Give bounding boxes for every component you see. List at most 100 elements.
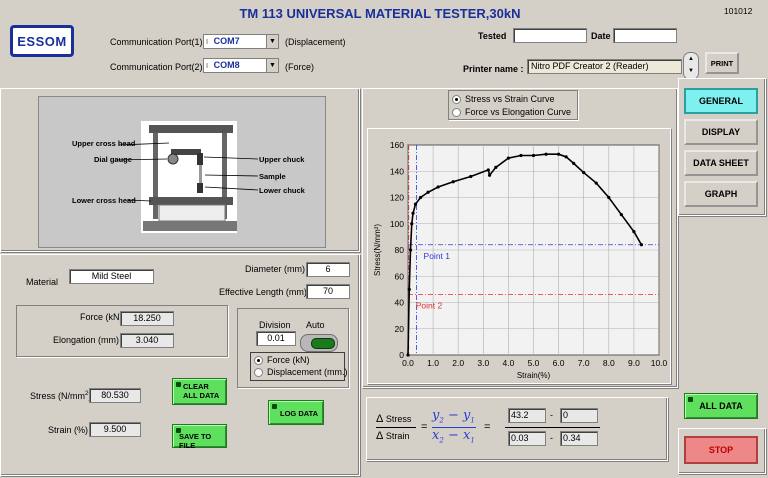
chevron-down-icon[interactable]: ▼ xyxy=(266,59,278,72)
clear-all-data-button[interactable]: CLEAR ALL DATA xyxy=(172,378,227,405)
data-point xyxy=(619,212,623,217)
option-force-elongation[interactable]: Force vs Elongation Curve xyxy=(452,107,571,118)
data-point xyxy=(406,353,410,357)
arrow-up-icon[interactable]: ▲ xyxy=(684,53,698,65)
data-point xyxy=(486,168,490,172)
data-point xyxy=(408,248,413,252)
radio-on-icon[interactable] xyxy=(452,95,461,105)
label-upper-chuck: Upper chuck xyxy=(259,155,305,164)
y-tick-label: 60 xyxy=(395,271,405,281)
data-point xyxy=(411,211,415,215)
data-point xyxy=(506,156,510,160)
logo-text: ESSOM xyxy=(17,33,67,49)
tested-label: Tested xyxy=(478,31,507,41)
port2-value: COM8 xyxy=(213,60,240,70)
formula-sub2: 2 xyxy=(439,416,444,425)
all-data-button[interactable]: ALL DATA xyxy=(684,393,758,419)
division-field[interactable]: 0.01 xyxy=(256,331,296,346)
data-point xyxy=(413,202,418,206)
stress-label: Stress (N/mm2) xyxy=(30,391,91,401)
port-icon: Ⅰ xyxy=(206,39,209,46)
data-point xyxy=(451,180,455,184)
printer-stepper[interactable]: ▲ ▼ xyxy=(683,52,699,80)
length-field[interactable]: 70 xyxy=(306,284,350,299)
formula-dash-2: - xyxy=(550,433,553,443)
x-tick-label: 5.0 xyxy=(528,358,540,368)
graph-button[interactable]: GRAPH xyxy=(684,181,758,207)
y-tick-label: 160 xyxy=(390,140,404,150)
option-stress-strain[interactable]: Stress vs Strain Curve xyxy=(452,94,555,105)
data-point xyxy=(426,190,430,194)
log-data-button[interactable]: LOG DATA xyxy=(268,400,324,425)
auto-label: Auto xyxy=(306,320,325,330)
stress-label-text: Stress (N/mm xyxy=(30,391,85,401)
data-point xyxy=(531,153,536,158)
formula-delta-stress: Δ Stress xyxy=(376,413,411,425)
radio-off-icon[interactable] xyxy=(254,368,263,378)
marker-label: Point 2 xyxy=(416,301,443,311)
strain-value: 9.500 xyxy=(89,422,141,437)
formula-denominator: x2 − x1 xyxy=(432,428,475,445)
port1-value: COM7 xyxy=(213,36,240,46)
port1-select[interactable]: Ⅰ COM7 ▼ xyxy=(203,34,279,49)
data-point xyxy=(418,195,423,200)
all-data-label: ALL DATA xyxy=(699,400,743,411)
x-tick-label: 3.0 xyxy=(477,358,489,368)
formula-sub2: 2 xyxy=(439,436,444,445)
x-tick-label: 9.0 xyxy=(628,358,640,368)
formula-delta-strain: Δ Strain xyxy=(376,430,409,442)
data-point xyxy=(519,153,523,158)
port1-suffix: (Displacement) xyxy=(285,37,346,47)
data-point xyxy=(410,222,414,226)
material-label: Material xyxy=(26,277,59,287)
chart-frame: 0.0 1.0 2.0 3.0 4.0 5.0 6.0 7.0 8.0 9.0 10.0 0 20 40 6… xyxy=(367,128,671,384)
label-sample: Sample xyxy=(259,172,286,181)
data-sheet-button[interactable]: DATA SHEET xyxy=(684,150,758,176)
print-button[interactable]: PRINT xyxy=(705,52,739,74)
data-point xyxy=(436,185,440,189)
data-point xyxy=(582,170,586,175)
y-tick-label: 20 xyxy=(395,324,405,334)
radio-on-icon[interactable] xyxy=(254,356,263,366)
x-tick-label: 6.0 xyxy=(553,358,565,368)
chevron-down-icon[interactable]: ▼ xyxy=(266,35,278,48)
stop-button[interactable]: STOP xyxy=(684,436,758,464)
division-label: Division xyxy=(259,320,291,330)
date-input[interactable] xyxy=(613,28,677,43)
option-force[interactable]: Force (kN) xyxy=(254,355,310,366)
auto-toggle[interactable] xyxy=(300,334,338,352)
strain-label: Strain (%) xyxy=(48,425,89,435)
elongation-value: 3.040 xyxy=(120,333,174,348)
x-tick-label: 8.0 xyxy=(603,358,615,368)
formula-sub1: 1 xyxy=(470,436,475,445)
stop-label: STOP xyxy=(708,445,734,455)
app-code: 101012 xyxy=(724,6,753,16)
toggle-knob-icon xyxy=(311,338,335,349)
formula-numerator: y2 − y1 xyxy=(432,408,475,425)
formula-panel xyxy=(366,397,668,461)
app-title: TM 113 UNIVERSAL MATERIAL TESTER,30kN xyxy=(239,6,521,21)
y-tick-label: 0 xyxy=(399,350,404,360)
data-point xyxy=(632,230,636,234)
radio-off-icon[interactable] xyxy=(452,108,461,118)
display-button[interactable]: DISPLAY xyxy=(684,119,758,145)
label-dial-gauge: Dial gauge xyxy=(94,155,132,164)
general-button[interactable]: GENERAL xyxy=(684,88,758,114)
stress-strain-chart: 0.0 1.0 2.0 3.0 4.0 5.0 6.0 7.0 8.0 9.0 10.0020406… xyxy=(373,140,668,380)
marker-label: Point 1 xyxy=(424,251,451,261)
printer-field[interactable]: Nitro PDF Creator 2 (Reader) xyxy=(527,59,682,74)
port2-select[interactable]: Ⅰ COM8 ▼ xyxy=(203,58,279,73)
diameter-field[interactable]: 6 xyxy=(306,262,350,277)
tested-input[interactable] xyxy=(513,28,587,43)
save-to-file-button[interactable]: SAVE TO FILE xyxy=(172,424,227,450)
material-field[interactable]: Mild Steel xyxy=(69,269,154,284)
option-displacement[interactable]: Displacement (mm.) xyxy=(254,367,348,378)
option-force-label: Force (kN) xyxy=(267,355,310,365)
label-lower-chuck: Lower chuck xyxy=(259,186,305,195)
y1-value: 0 xyxy=(560,408,598,423)
arrow-down-icon[interactable]: ▼ xyxy=(684,65,698,77)
port2-label: Communication Port(2) xyxy=(110,62,203,72)
data-point xyxy=(407,287,411,291)
data-point xyxy=(494,165,498,169)
elongation-label: Elongation (mm) xyxy=(53,335,120,345)
